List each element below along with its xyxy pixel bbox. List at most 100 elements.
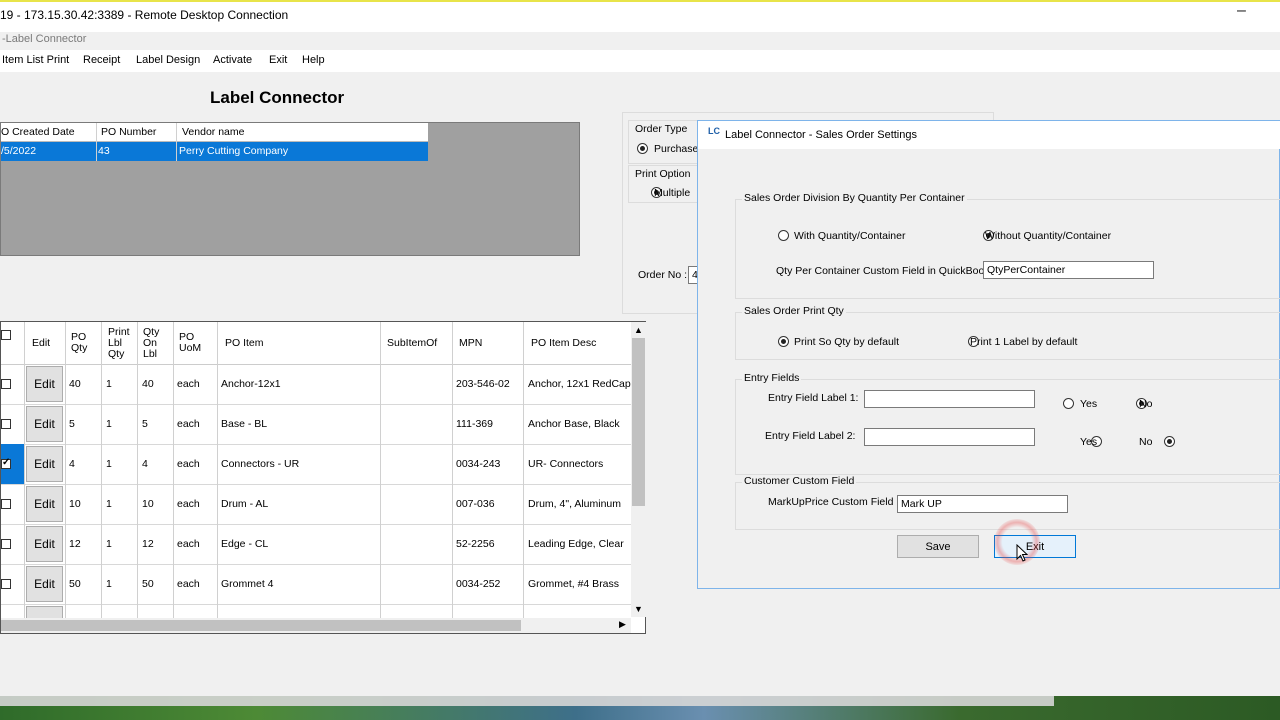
remote-desktop-horizontal-scrollbar[interactable] bbox=[0, 696, 1054, 706]
horizontal-scrollbar[interactable]: ▶ bbox=[1, 618, 631, 633]
po-item: Connectors - UR bbox=[221, 458, 300, 470]
vertical-scrollbar[interactable]: ▲ ▼ bbox=[631, 322, 646, 617]
sales-order-settings-dialog: LC Label Connector - Sales Order Setting… bbox=[697, 120, 1280, 589]
scroll-up-icon[interactable]: ▲ bbox=[634, 325, 643, 335]
minimize-button[interactable]: – bbox=[1237, 2, 1246, 20]
app-window-title: -Label Connector bbox=[2, 33, 87, 45]
edit-button[interactable]: Edit bbox=[26, 406, 63, 442]
divider bbox=[523, 322, 524, 618]
table-row[interactable]: Edit 10 1 10 each Drum - AL 007-036 Drum… bbox=[1, 484, 631, 525]
row-checkbox[interactable] bbox=[1, 457, 11, 469]
division-legend: Sales Order Division By Quantity Per Con… bbox=[742, 192, 967, 204]
mouse-cursor-icon bbox=[1016, 544, 1028, 562]
scroll-down-icon[interactable]: ▼ bbox=[634, 604, 643, 614]
menu-item-exit[interactable]: Exit bbox=[269, 54, 287, 66]
col-qty-on-lbl: Qty On Lbl bbox=[143, 325, 160, 360]
qty-on-lbl: 4 bbox=[142, 458, 148, 470]
row-checkbox[interactable] bbox=[1, 539, 11, 549]
order-no-label: Order No : bbox=[638, 269, 688, 281]
vertical-scroll-thumb[interactable] bbox=[632, 338, 645, 506]
col-edit: Edit bbox=[32, 336, 51, 349]
print-one-label-label: Print 1 Label by default bbox=[970, 336, 1078, 348]
divider bbox=[176, 123, 177, 161]
mpn: 0034-252 bbox=[456, 578, 501, 590]
edit-button[interactable] bbox=[26, 606, 63, 618]
with-qty-container-label: With Quantity/Container bbox=[794, 230, 906, 242]
divider bbox=[96, 123, 97, 161]
po-item-desc: Leading Edge, Clear bbox=[528, 538, 624, 550]
print-so-qty-radio[interactable] bbox=[778, 336, 789, 347]
print-lbl-qty: 1 bbox=[106, 538, 112, 550]
edit-button[interactable]: Edit bbox=[26, 486, 63, 522]
table-row[interactable]: Edit 4 1 4 each Connectors - UR 0034-243… bbox=[1, 444, 631, 485]
page-title: Label Connector bbox=[210, 88, 345, 107]
menu-item-activate[interactable]: Activate bbox=[213, 54, 252, 66]
exit-button[interactable]: Exit bbox=[994, 535, 1076, 558]
col-vendor-name: Vendor name bbox=[182, 126, 245, 138]
entry-2-no-radio[interactable] bbox=[1164, 436, 1176, 447]
po-item: Base - BL bbox=[221, 418, 268, 430]
qty-on-lbl: 12 bbox=[142, 538, 154, 550]
entry-fields-legend: Entry Fields bbox=[742, 372, 802, 384]
edit-button[interactable]: Edit bbox=[26, 446, 63, 482]
col-mpn: MPN bbox=[459, 336, 483, 349]
po-qty: 5 bbox=[69, 418, 75, 430]
with-qty-container-radio[interactable] bbox=[778, 230, 789, 241]
row-checkbox[interactable] bbox=[1, 579, 11, 589]
row-checkbox[interactable] bbox=[1, 379, 11, 389]
col-created-date: O Created Date bbox=[1, 126, 75, 138]
without-qty-container-label: Without Quantity/Container bbox=[985, 230, 1112, 242]
po-qty: 50 bbox=[69, 578, 81, 590]
divider bbox=[380, 322, 381, 618]
divider bbox=[137, 322, 138, 618]
table-row[interactable]: Edit 5 1 5 each Base - BL 111-369 Anchor… bbox=[1, 404, 631, 445]
po-item: Drum - AL bbox=[221, 498, 269, 510]
save-button[interactable]: Save bbox=[897, 535, 979, 558]
print-lbl-qty: 1 bbox=[106, 378, 112, 390]
order-type-purchase-radio[interactable] bbox=[637, 143, 648, 154]
qty-per-container-input[interactable]: QtyPerContainer bbox=[983, 261, 1154, 279]
po-number: 43 bbox=[98, 145, 110, 157]
divider bbox=[452, 322, 453, 618]
customer-custom-field-group: Customer Custom Field MarkUpPrice Custom… bbox=[735, 475, 1280, 530]
print-qty-legend: Sales Order Print Qty bbox=[742, 305, 846, 317]
po-uom: each bbox=[177, 458, 200, 470]
entry-field-2-input[interactable] bbox=[864, 428, 1035, 446]
dialog-title: Label Connector - Sales Order Settings bbox=[725, 129, 917, 141]
table-row[interactable]: Edit 50 1 50 each Grommet 4 0034-252 Gro… bbox=[1, 564, 631, 605]
qty-on-lbl: 40 bbox=[142, 378, 154, 390]
qty-on-lbl: 50 bbox=[142, 578, 154, 590]
select-all-checkbox[interactable] bbox=[1, 330, 11, 340]
menu-item-label-design[interactable]: Label Design bbox=[136, 54, 200, 66]
menu-bar: Item List Print Receipt Label Design Act… bbox=[0, 50, 1280, 72]
col-print-lbl-qty: Print Lbl Qty bbox=[108, 325, 130, 360]
entry-field-1-input[interactable] bbox=[864, 390, 1035, 408]
po-item: Edge - CL bbox=[221, 538, 269, 550]
table-row[interactable]: Edit 40 1 40 each Anchor-12x1 203-546-02… bbox=[1, 364, 631, 405]
entry-1-yes-radio[interactable] bbox=[1063, 398, 1074, 409]
scroll-right-icon[interactable]: ▶ bbox=[619, 619, 626, 630]
po-uom: each bbox=[177, 378, 200, 390]
markup-price-input[interactable]: Mark UP bbox=[897, 495, 1068, 513]
menu-item-help[interactable]: Help bbox=[302, 54, 325, 66]
edit-button[interactable]: Edit bbox=[26, 366, 63, 402]
app-logo-icon: LC bbox=[708, 126, 720, 136]
item-grid-header: Edit PO Qty Print Lbl Qty Qty On Lbl PO … bbox=[1, 322, 631, 365]
row-checkbox[interactable] bbox=[1, 499, 11, 509]
po-item-desc: UR- Connectors bbox=[528, 458, 604, 470]
print-lbl-qty: 1 bbox=[106, 498, 112, 510]
divider bbox=[217, 322, 218, 618]
table-row[interactable]: Edit 12 1 12 each Edge - CL 52-2256 Lead… bbox=[1, 524, 631, 565]
menu-item-item-list-print[interactable]: Item List Print bbox=[2, 54, 69, 66]
po-qty: 4 bbox=[69, 458, 75, 470]
po-uom: each bbox=[177, 418, 200, 430]
entry-2-no-label: No bbox=[1139, 436, 1153, 448]
menu-item-receipt[interactable]: Receipt bbox=[83, 54, 120, 66]
edit-button[interactable]: Edit bbox=[26, 566, 63, 602]
po-grid-row[interactable]: /5/2022 43 Perry Cutting Company bbox=[1, 142, 428, 161]
qty-on-lbl: 5 bbox=[142, 418, 148, 430]
edit-button[interactable]: Edit bbox=[26, 526, 63, 562]
col-po-item-desc: PO Item Desc bbox=[531, 336, 597, 349]
row-checkbox[interactable] bbox=[1, 419, 11, 429]
horizontal-scroll-thumb[interactable] bbox=[1, 620, 521, 631]
